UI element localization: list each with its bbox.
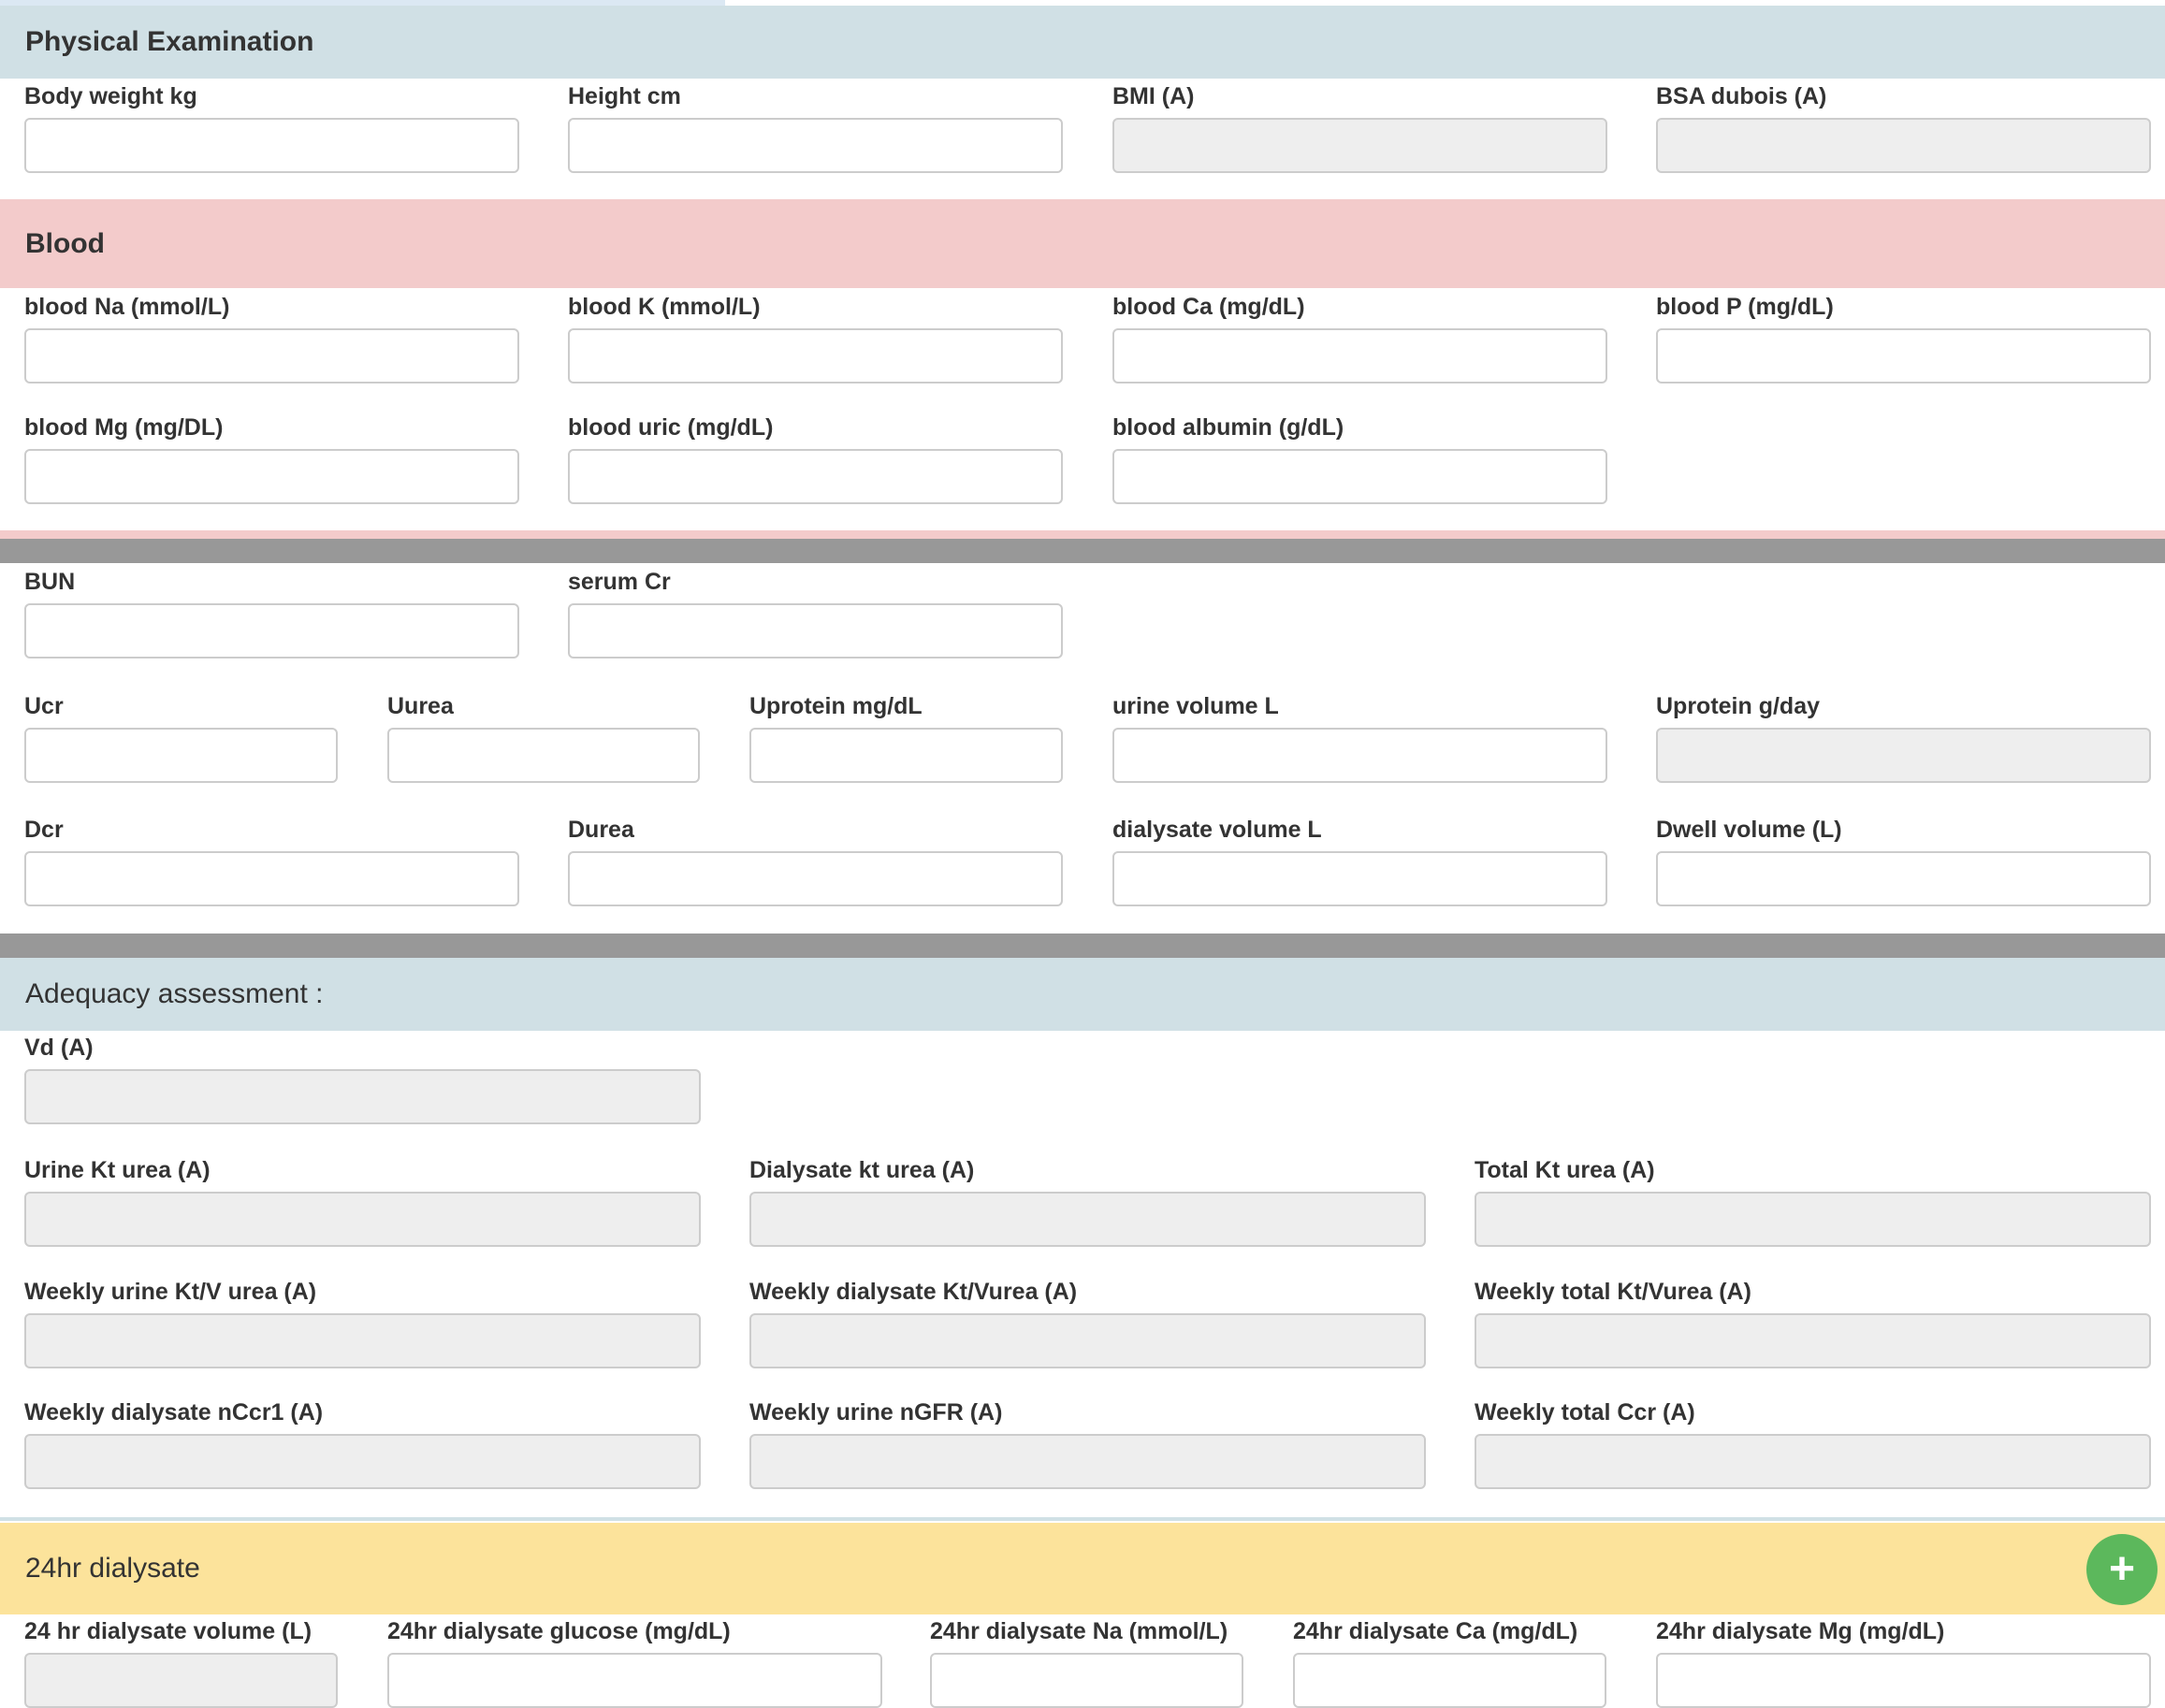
dialysate-volume-label: dialysate volume L [1112,817,1322,843]
add-dialysate-button[interactable]: + [2086,1534,2158,1605]
weekly-urine-ktv-input [24,1313,701,1368]
uprotein-gday-input [1656,728,2151,783]
blood-albumin-input[interactable] [1112,449,1607,504]
blood-uric-input[interactable] [568,449,1063,504]
adequacy-title: Adequacy assessment : [25,978,324,1009]
bmi-input [1112,118,1607,173]
blood-header: Blood [0,199,2165,288]
durea-label: Durea [568,817,634,843]
bsa-dubois-label: BSA dubois (A) [1656,83,1827,109]
blood-ca-label: blood Ca (mg/dL) [1112,294,1305,320]
urine-volume-label: urine volume L [1112,693,1279,719]
dcr-input[interactable] [24,851,519,906]
blood-p-label: blood P (mg/dL) [1656,294,1834,320]
body-weight-input[interactable] [24,118,519,173]
urine-volume-input[interactable] [1112,728,1607,783]
urine-kt-urea-label: Urine Kt urea (A) [24,1157,211,1183]
height-input[interactable] [568,118,1063,173]
dialysate-24hr-mg-label: 24hr dialysate Mg (mg/dL) [1656,1618,1945,1644]
weekly-urine-ktv-label: Weekly urine Kt/V urea (A) [24,1279,317,1305]
vd-label: Vd (A) [24,1035,94,1061]
serum-cr-label: serum Cr [568,569,671,595]
dialysate-24hr-header: 24hr dialysate [0,1523,2165,1614]
gray-divider-top [0,539,2165,563]
urine-kt-urea-input [24,1192,701,1247]
dialysate-24hr-volume-label: 24 hr dialysate volume (L) [24,1618,312,1644]
weekly-total-ktv-input [1475,1313,2151,1368]
uprotein-mgdl-label: Uprotein mg/dL [749,693,923,719]
blood-na-label: blood Na (mmol/L) [24,294,230,320]
dwell-volume-label: Dwell volume (L) [1656,817,1842,843]
uprotein-mgdl-input[interactable] [749,728,1063,783]
vd-input [24,1069,701,1124]
bun-input[interactable] [24,603,519,659]
dwell-volume-input[interactable] [1656,851,2151,906]
dialysate-24hr-ca-label: 24hr dialysate Ca (mg/dL) [1293,1618,1578,1644]
dialysate-24hr-volume-input [24,1653,338,1708]
gray-divider-bottom [0,934,2165,958]
adequacy-section-bottom-border [0,1517,2165,1521]
height-label: Height cm [568,83,681,109]
weekly-dialysate-nccr1-label: Weekly dialysate nCcr1 (A) [24,1399,324,1426]
ucr-label: Ucr [24,693,64,719]
dialysate-24hr-ca-input[interactable] [1293,1653,1606,1708]
uprotein-gday-label: Uprotein g/day [1656,693,1821,719]
serum-cr-input[interactable] [568,603,1063,659]
dialysate-volume-input[interactable] [1112,851,1607,906]
bun-label: BUN [24,569,76,595]
adequacy-header: Adequacy assessment : [0,958,2165,1031]
weekly-dialysate-ktv-input [749,1313,1426,1368]
physical-examination-title: Physical Examination [25,26,314,57]
weekly-total-ccr-input [1475,1434,2151,1489]
blood-section-bottom-border [0,530,2165,539]
weekly-urine-ngfr-label: Weekly urine nGFR (A) [749,1399,1003,1426]
weekly-urine-ngfr-input [749,1434,1426,1489]
blood-p-input[interactable] [1656,328,2151,384]
dialysate-24hr-glucose-label: 24hr dialysate glucose (mg/dL) [387,1618,731,1644]
weekly-dialysate-nccr1-input [24,1434,701,1489]
weekly-total-ccr-label: Weekly total Ccr (A) [1475,1399,1695,1426]
dialysate-24hr-title: 24hr dialysate [25,1553,200,1584]
ucr-input[interactable] [24,728,338,783]
blood-ca-input[interactable] [1112,328,1607,384]
weekly-total-ktv-label: Weekly total Kt/Vurea (A) [1475,1279,1751,1305]
dialysate-24hr-na-input[interactable] [930,1653,1243,1708]
uurea-label: Uurea [387,693,454,719]
dialysate-kt-urea-label: Dialysate kt urea (A) [749,1157,975,1183]
physical-examination-header: Physical Examination [0,6,2165,79]
dcr-label: Dcr [24,817,64,843]
blood-albumin-label: blood albumin (g/dL) [1112,414,1344,441]
blood-mg-input[interactable] [24,449,519,504]
dialysate-kt-urea-input [749,1192,1426,1247]
durea-input[interactable] [568,851,1063,906]
blood-uric-label: blood uric (mg/dL) [568,414,774,441]
blood-k-input[interactable] [568,328,1063,384]
blood-k-label: blood K (mmol/L) [568,294,761,320]
uurea-input[interactable] [387,728,700,783]
dialysate-24hr-glucose-input[interactable] [387,1653,882,1708]
total-kt-urea-input [1475,1192,2151,1247]
dialysate-24hr-na-label: 24hr dialysate Na (mmol/L) [930,1618,1228,1644]
blood-na-input[interactable] [24,328,519,384]
blood-title: Blood [25,227,105,259]
body-weight-label: Body weight kg [24,83,197,109]
blood-mg-label: blood Mg (mg/DL) [24,414,224,441]
bsa-dubois-input [1656,118,2151,173]
total-kt-urea-label: Total Kt urea (A) [1475,1157,1655,1183]
bmi-label: BMI (A) [1112,83,1195,109]
weekly-dialysate-ktv-label: Weekly dialysate Kt/Vurea (A) [749,1279,1078,1305]
dialysate-24hr-mg-input[interactable] [1656,1653,2151,1708]
